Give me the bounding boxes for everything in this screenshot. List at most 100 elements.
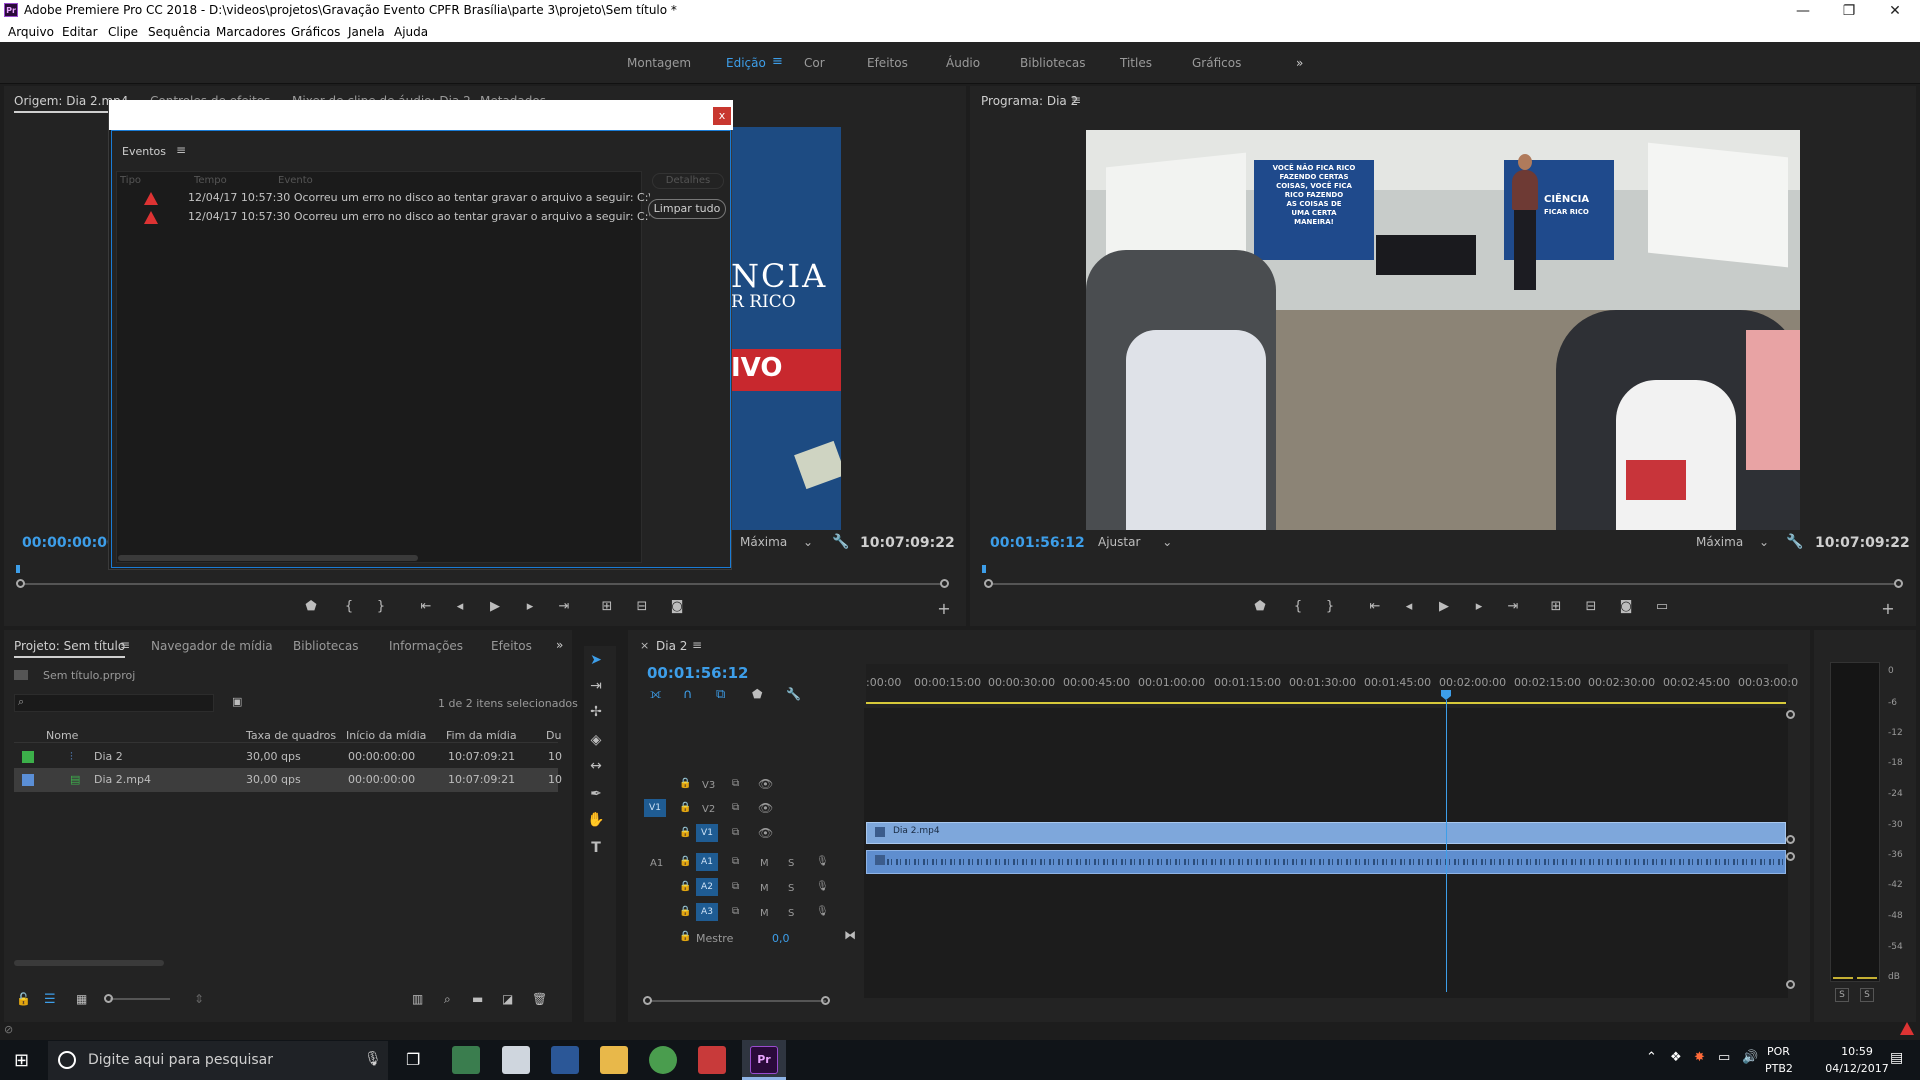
play-icon[interactable]: ▶ <box>1432 599 1456 614</box>
action-center-icon[interactable]: ▤ <box>1890 1050 1903 1066</box>
program-monitor-title[interactable]: Programa: Dia 2 <box>981 94 1078 108</box>
workspace-titles[interactable]: Titles <box>1120 56 1152 70</box>
language-indicator[interactable]: POR <box>1767 1045 1790 1058</box>
pen-tool-icon[interactable]: ✒ <box>584 786 608 802</box>
program-timecode-current[interactable]: 00:01:56:12 <box>990 535 1085 551</box>
mute-button[interactable]: M <box>760 908 769 919</box>
source-timecode-current[interactable]: 00:00:00:00 <box>22 535 117 551</box>
lock-icon[interactable]: 🔒 <box>679 906 691 917</box>
lock-icon[interactable]: 🔓 <box>16 992 31 1006</box>
menu-janela[interactable]: Janela <box>348 25 385 39</box>
workspace-bibliotecas[interactable]: Bibliotecas <box>1020 56 1085 70</box>
network-icon[interactable]: ▭ <box>1718 1050 1730 1065</box>
event-row[interactable]: 12/04/17 10:57:30 Ocorreu um erro no dis… <box>120 210 650 228</box>
menu-marcadores[interactable]: Marcadores <box>216 25 286 39</box>
wrench-icon[interactable]: 🔧 <box>1786 534 1803 550</box>
vertical-scroll-bottom[interactable] <box>1786 980 1795 989</box>
sort-icon[interactable]: ⇕ <box>194 992 204 1006</box>
menu-arquivo[interactable]: Arquivo <box>8 25 54 39</box>
taskbar-app-red-icon[interactable] <box>698 1046 726 1074</box>
overwrite-icon[interactable]: ⊟ <box>630 599 654 614</box>
lock-icon[interactable]: 🔒 <box>679 856 691 867</box>
program-fit-dropdown[interactable]: Ajustar ⌄ <box>1098 535 1172 553</box>
source-scrub-bar[interactable] <box>20 583 944 585</box>
sync-lock-icon[interactable]: ⧉ <box>732 881 739 892</box>
project-item-row[interactable]: ▤ Dia 2.mp4 30,00 qps 00:00:00:00 10:07:… <box>14 768 562 792</box>
go-to-out-icon[interactable]: ⇥ <box>552 599 576 614</box>
mark-in-icon[interactable]: { <box>1286 599 1310 614</box>
export-frame-icon[interactable]: ◙ <box>1614 599 1638 614</box>
razor-tool-icon[interactable]: ◈ <box>584 732 608 748</box>
source-patch-a1[interactable]: A1 <box>650 858 663 869</box>
workspace-efeitos[interactable]: Efeitos <box>867 56 908 70</box>
extract-icon[interactable]: ⊟ <box>1579 599 1603 614</box>
overflow-icon[interactable]: » <box>556 638 563 652</box>
word-icon[interactable] <box>551 1046 579 1074</box>
timeline-zoom-start[interactable] <box>643 996 652 1005</box>
microphone-icon[interactable]: 🎙 <box>816 906 829 917</box>
step-forward-icon[interactable]: ▸ <box>518 599 542 614</box>
lock-icon[interactable]: 🔒 <box>679 827 691 838</box>
solo-right-button[interactable]: S <box>1860 988 1874 1002</box>
timeline-timecode[interactable]: 00:01:56:12 <box>647 664 749 682</box>
premiere-taskbar-icon[interactable]: Pr <box>750 1046 778 1074</box>
solo-left-button[interactable]: S <box>1835 988 1849 1002</box>
eye-icon[interactable]: 👁 <box>758 801 773 815</box>
keyboard-layout[interactable]: PTB2 <box>1765 1062 1793 1075</box>
work-area-bar[interactable] <box>866 702 1786 704</box>
add-button-icon[interactable]: + <box>932 599 956 618</box>
menu-ajuda[interactable]: Ajuda <box>394 25 428 39</box>
workspace-edicao[interactable]: Edição <box>726 56 766 70</box>
vertical-scroll-top[interactable] <box>1786 710 1795 719</box>
go-to-end-icon[interactable]: ⧓ <box>844 928 856 942</box>
close-icon[interactable]: x <box>713 107 731 125</box>
file-explorer-icon[interactable] <box>600 1046 628 1074</box>
sync-lock-icon[interactable]: ⧉ <box>732 778 739 789</box>
close-sequence-icon[interactable]: × <box>640 639 649 652</box>
zoom-slider[interactable] <box>110 998 170 1000</box>
tab-project[interactable]: Projeto: Sem título <box>14 639 126 658</box>
go-to-in-icon[interactable]: ⇤ <box>1363 599 1387 614</box>
new-bin-icon[interactable]: ▬ <box>472 992 483 1006</box>
workspace-menu-icon[interactable]: ≡ <box>772 54 783 69</box>
source-zoom-dropdown[interactable]: Máxima ⌄ <box>740 535 813 553</box>
timeline-zoom-end[interactable] <box>821 996 830 1005</box>
taskbar-search-box[interactable]: Digite aqui para pesquisar 🎙 <box>48 1041 388 1080</box>
sync-lock-icon[interactable]: ⧉ <box>732 906 739 917</box>
event-row[interactable]: 12/04/17 10:57:30 Ocorreu um erro no dis… <box>120 191 650 209</box>
col-duration[interactable]: Du <box>546 729 561 742</box>
volume-icon[interactable]: 🔊 <box>1742 1050 1758 1065</box>
lock-icon[interactable]: 🔒 <box>679 802 691 813</box>
linked-selection-icon[interactable]: ⧉ <box>716 687 725 702</box>
track-end-handle[interactable] <box>1786 835 1795 844</box>
slip-tool-icon[interactable]: ↔ <box>584 758 608 774</box>
add-button-icon[interactable]: + <box>1876 599 1900 618</box>
close-window-button[interactable]: ✕ <box>1872 0 1918 22</box>
menu-graficos[interactable]: Gráficos <box>291 25 340 39</box>
automate-icon[interactable]: ▥ <box>412 992 423 1006</box>
panel-menu-icon[interactable]: ≡ <box>692 638 702 652</box>
audio-clip[interactable] <box>866 850 1786 874</box>
sync-lock-icon[interactable]: ⧉ <box>732 802 739 813</box>
ripple-edit-tool-icon[interactable]: ✢ <box>584 704 608 720</box>
menu-clipe[interactable]: Clipe <box>108 25 138 39</box>
export-frame-icon[interactable]: ◙ <box>665 599 689 614</box>
nest-icon[interactable]: ⟗ <box>650 687 661 702</box>
track-target-v1[interactable]: V1 <box>696 824 718 842</box>
sync-lock-icon[interactable]: ⧉ <box>732 827 739 838</box>
workspace-cor[interactable]: Cor <box>804 56 825 70</box>
add-marker-icon[interactable]: ⬟ <box>299 599 323 614</box>
col-framerate[interactable]: Taxa de quadros <box>246 729 336 742</box>
step-back-icon[interactable]: ◂ <box>1397 599 1421 614</box>
lock-icon[interactable]: 🔒 <box>679 931 691 942</box>
lock-icon[interactable]: 🔒 <box>679 881 691 892</box>
tab-media-browser[interactable]: Navegador de mídia <box>151 639 273 653</box>
comparison-view-icon[interactable]: ▭ <box>1650 599 1674 614</box>
menu-editar[interactable]: Editar <box>62 25 98 39</box>
project-search-input[interactable] <box>14 694 214 712</box>
lock-icon[interactable]: 🔒 <box>679 778 691 789</box>
play-icon[interactable]: ▶ <box>483 599 507 614</box>
solo-button[interactable]: S <box>788 908 794 919</box>
col-name[interactable]: Nome <box>46 729 78 742</box>
clock-date[interactable]: 04/12/2017 <box>1822 1062 1892 1075</box>
